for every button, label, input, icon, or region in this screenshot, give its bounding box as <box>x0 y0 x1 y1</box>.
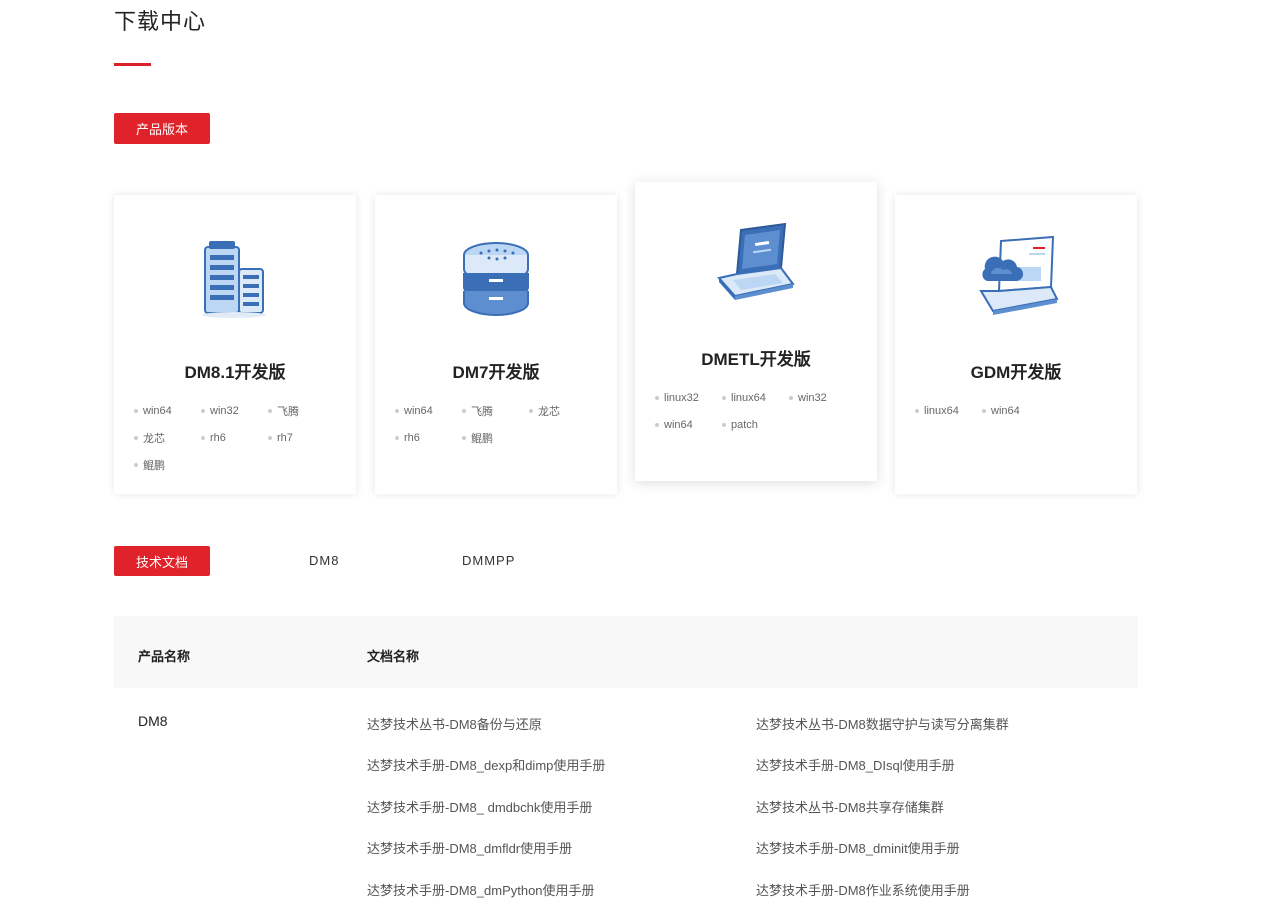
download-link[interactable]: win32 <box>789 390 856 405</box>
download-link[interactable]: 飞腾 <box>268 403 335 418</box>
laptop-icon <box>717 222 795 300</box>
doc-link[interactable]: 达梦技术丛书-DM8共享存储集群 <box>756 797 944 816</box>
download-link[interactable]: linux64 <box>722 390 789 405</box>
card-dm81[interactable]: DM8.1开发版 win64 win32 飞腾 龙芯 rh6 rh7 鲲鹏 <box>114 195 356 494</box>
doc-link[interactable]: 达梦技术手册-DM8_dmfldr使用手册 <box>367 838 572 857</box>
tab-dmmpp[interactable]: DMMPP <box>462 553 515 568</box>
card-link-list: linux32 linux64 win32 win64 patch <box>655 390 865 432</box>
server-tower-icon <box>202 241 266 318</box>
download-link[interactable]: linux64 <box>915 403 982 418</box>
download-link[interactable]: 龙芯 <box>529 403 596 418</box>
card-title: DMETL开发版 <box>701 350 811 369</box>
header-product-name: 产品名称 <box>138 649 191 664</box>
product-name-cell: DM8 <box>138 713 168 729</box>
doc-link[interactable]: 达梦技术手册-DM8作业系统使用手册 <box>756 880 970 899</box>
card-title: DM7开发版 <box>452 363 540 382</box>
doc-link[interactable]: 达梦技术手册-DM8_dmPython使用手册 <box>367 880 595 899</box>
card-link-list: win64 飞腾 龙芯 rh6 鲲鹏 <box>395 403 605 445</box>
server-stack-icon <box>463 242 529 316</box>
tab-dm8[interactable]: DM8 <box>309 553 339 568</box>
page-title: 下载中心 <box>114 9 207 34</box>
cloud-laptop-icon <box>979 235 1059 315</box>
card-link-list: linux64 win64 <box>915 403 1125 418</box>
doc-link[interactable]: 达梦技术手册-DM8_dexp和dimp使用手册 <box>367 755 605 774</box>
download-link[interactable]: win64 <box>655 417 722 432</box>
docs-table-header: 产品名称 文档名称 <box>114 616 1138 688</box>
download-link[interactable]: rh7 <box>268 430 335 445</box>
header-document-name: 文档名称 <box>367 649 420 664</box>
card-title: DM8.1开发版 <box>184 363 286 382</box>
doc-link[interactable]: 达梦技术丛书-DM8数据守护与读写分离集群 <box>756 714 1009 733</box>
doc-link[interactable]: 达梦技术手册-DM8_dminit使用手册 <box>756 838 960 857</box>
download-link[interactable]: rh6 <box>395 430 462 445</box>
card-dm7[interactable]: DM7开发版 win64 飞腾 龙芯 rh6 鲲鹏 <box>375 195 617 494</box>
tech-docs-tag[interactable]: 技术文档 <box>114 546 210 576</box>
download-link[interactable]: 鲲鹏 <box>134 457 201 472</box>
doc-link[interactable]: 达梦技术手册-DM8_DIsql使用手册 <box>756 755 955 774</box>
card-link-list: win64 win32 飞腾 龙芯 rh6 rh7 鲲鹏 <box>134 403 344 472</box>
download-link[interactable]: rh6 <box>201 430 268 445</box>
download-link[interactable]: win64 <box>395 403 462 418</box>
download-link[interactable]: win64 <box>134 403 201 418</box>
download-link[interactable]: patch <box>722 417 789 432</box>
card-dmetl[interactable]: DMETL开发版 linux32 linux64 win32 win64 pat… <box>635 182 877 481</box>
doc-link[interactable]: 达梦技术手册-DM8_ dmdbchk使用手册 <box>367 797 592 816</box>
download-link[interactable]: 飞腾 <box>462 403 529 418</box>
doc-link[interactable]: 达梦技术丛书-DM8备份与还原 <box>367 714 542 733</box>
download-link[interactable]: 鲲鹏 <box>462 430 529 445</box>
card-gdm[interactable]: GDM开发版 linux64 win64 <box>895 195 1137 494</box>
title-underline <box>114 63 151 66</box>
download-link[interactable]: win64 <box>982 403 1049 418</box>
card-title: GDM开发版 <box>970 363 1062 382</box>
download-link[interactable]: linux32 <box>655 390 722 405</box>
product-versions-tag[interactable]: 产品版本 <box>114 113 210 144</box>
download-link[interactable]: 龙芯 <box>134 430 201 445</box>
download-link[interactable]: win32 <box>201 403 268 418</box>
